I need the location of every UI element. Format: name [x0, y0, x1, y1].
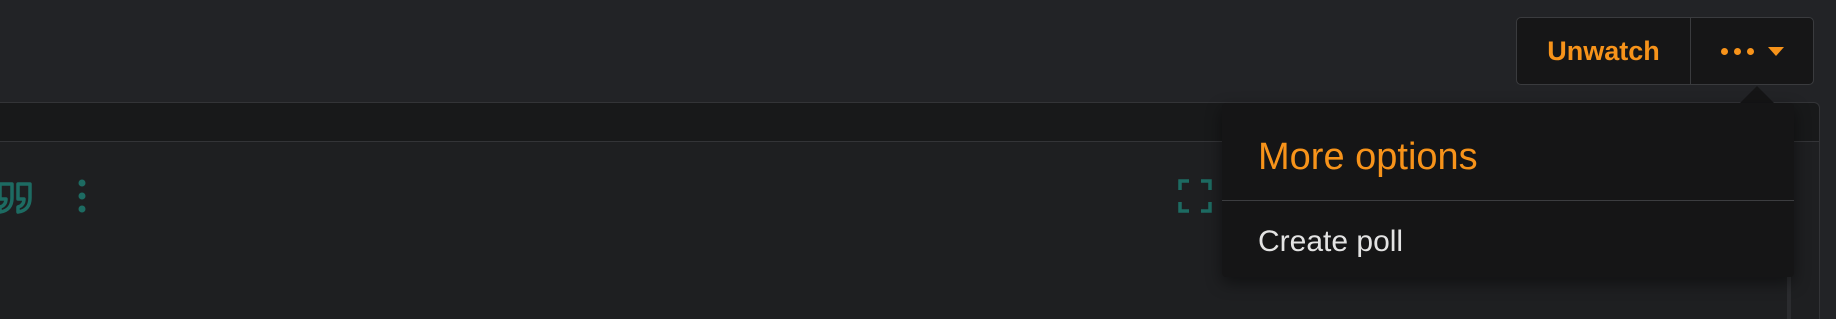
page: Unwatch More options Create poll	[0, 0, 1836, 319]
more-options-menu: More options Create poll	[1222, 103, 1794, 277]
menu-divider	[1222, 200, 1794, 201]
quote-icon[interactable]	[0, 178, 36, 218]
thread-actions: Unwatch	[1516, 17, 1814, 85]
menu-item-create-poll[interactable]: Create poll	[1258, 223, 1403, 261]
scrollbar[interactable]	[1787, 270, 1791, 319]
dropdown-arrow	[1740, 86, 1774, 103]
caret-down-icon	[1767, 46, 1784, 56]
fullscreen-icon[interactable]	[1177, 178, 1213, 214]
kebab-icon[interactable]	[78, 178, 86, 214]
menu-title: More options	[1258, 136, 1478, 178]
more-options-button[interactable]	[1691, 18, 1813, 84]
unwatch-button[interactable]: Unwatch	[1517, 18, 1691, 84]
ellipsis-icon	[1720, 47, 1754, 55]
